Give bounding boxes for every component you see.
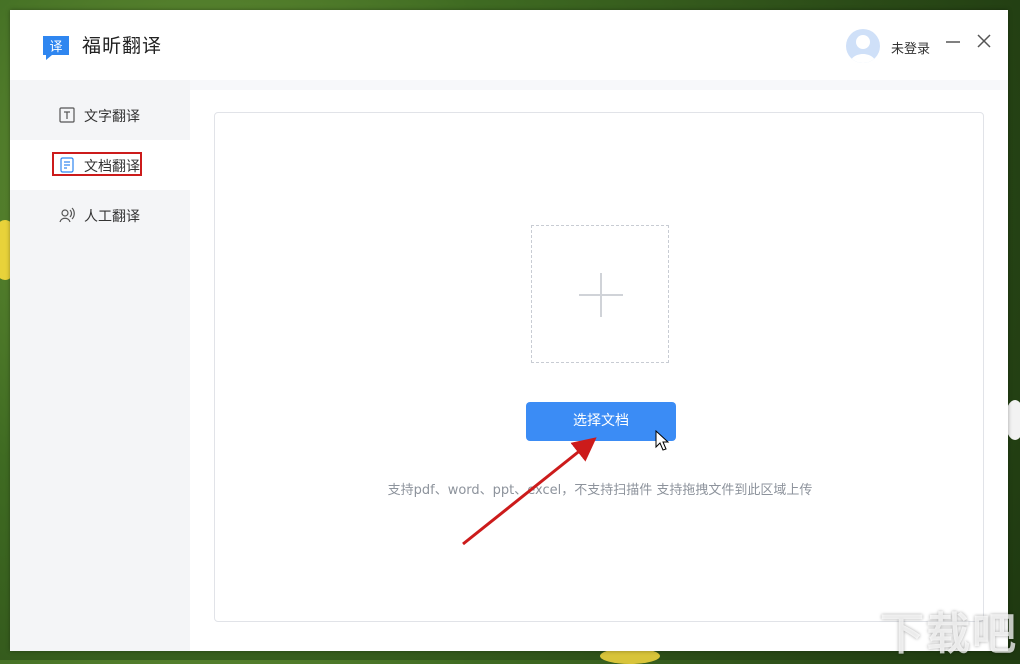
close-button[interactable]	[973, 30, 995, 52]
select-document-button[interactable]: 选择文档	[526, 402, 676, 441]
main-content: 选择文档 支持pdf、word、ppt、excel，不支持扫描件 支持拖拽文件到…	[190, 90, 1008, 651]
app-logo-icon: 译	[43, 36, 69, 60]
sidebar-item-human-translate[interactable]: 人工翻译	[10, 190, 190, 240]
mouse-cursor-icon	[655, 430, 670, 451]
sidebar-item-label: 人工翻译	[84, 209, 140, 225]
login-status[interactable]: 未登录	[891, 38, 930, 57]
app-title: 福昕翻译	[82, 35, 163, 57]
minimize-icon	[946, 41, 960, 43]
text-t-icon	[59, 107, 75, 123]
app-logo-char: 译	[49, 40, 62, 55]
title-bar: 译 福昕翻译 未登录	[10, 10, 1008, 80]
sidebar-item-text-translate[interactable]: 文字翻译	[10, 90, 190, 140]
annotation-highlight-box	[52, 152, 142, 176]
upload-hint-text: 支持pdf、word、ppt、excel，不支持扫描件 支持拖拽文件到此区域上传	[387, 483, 813, 498]
minimize-button[interactable]	[942, 30, 964, 52]
upload-panel[interactable]: 选择文档 支持pdf、word、ppt、excel，不支持扫描件 支持拖拽文件到…	[214, 112, 984, 622]
sidebar-item-label: 文字翻译	[84, 109, 140, 125]
watermark-logo: 下载吧	[880, 609, 1018, 660]
user-avatar-icon	[850, 35, 876, 63]
file-dropzone[interactable]	[531, 225, 669, 363]
human-voice-icon	[59, 207, 75, 223]
close-icon	[977, 34, 991, 48]
app-window: 译 福昕翻译 未登录 文字翻译 文档翻译 人工翻译 选择文档 支持pdf、wor…	[10, 10, 1008, 651]
avatar[interactable]	[846, 29, 880, 63]
sidebar: 文字翻译 文档翻译 人工翻译	[10, 80, 190, 651]
